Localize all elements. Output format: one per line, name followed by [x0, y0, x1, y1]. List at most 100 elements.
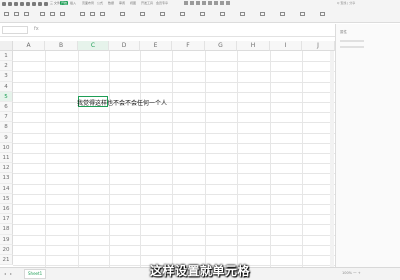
- row-header-16[interactable]: 16: [0, 204, 13, 215]
- tool-d-icon[interactable]: [202, 1, 206, 5]
- row-header-20[interactable]: 20: [0, 244, 13, 255]
- pane-item[interactable]: [340, 46, 364, 48]
- formula-bar: fx: [0, 24, 335, 37]
- filter-icon[interactable]: [260, 12, 265, 16]
- align-left-icon[interactable]: [80, 12, 85, 16]
- tool-a-icon[interactable]: [184, 1, 188, 5]
- tool-h-icon[interactable]: [226, 1, 230, 5]
- tab-data[interactable]: 数据: [108, 1, 114, 5]
- tab-page-layout[interactable]: 页面布局: [82, 1, 94, 5]
- conditional-format-icon[interactable]: [200, 12, 205, 16]
- row-gridline: [13, 163, 335, 165]
- sort-icon[interactable]: [280, 12, 285, 16]
- cut-icon[interactable]: [14, 12, 19, 16]
- tab-member[interactable]: 会员专享: [156, 1, 168, 5]
- menu-icon[interactable]: [2, 2, 6, 6]
- redo-icon[interactable]: [20, 2, 24, 6]
- tab-developer[interactable]: 开发工具: [141, 1, 153, 5]
- column-gridline: [237, 51, 238, 267]
- align-center-icon[interactable]: [90, 12, 95, 16]
- tool-f-icon[interactable]: [214, 1, 218, 5]
- row-gridline: [13, 244, 335, 246]
- fx-icon[interactable]: fx: [34, 26, 39, 32]
- row-gridline: [13, 214, 335, 216]
- row-header-2[interactable]: 2: [0, 61, 13, 72]
- column-header-c[interactable]: C: [78, 41, 109, 51]
- more-icon[interactable]: [44, 2, 48, 6]
- save-icon[interactable]: [8, 2, 12, 6]
- row-header-6[interactable]: 6: [0, 102, 13, 113]
- merge-icon[interactable]: [120, 12, 125, 16]
- italic-icon[interactable]: [60, 12, 65, 16]
- row-gridline: [13, 183, 335, 185]
- tool-b-icon[interactable]: [190, 1, 194, 5]
- column-header-a[interactable]: A: [13, 41, 45, 51]
- row-header-13[interactable]: 13: [0, 173, 13, 184]
- row-gridline: [13, 224, 335, 226]
- row-header-3[interactable]: 3: [0, 71, 13, 82]
- column-gridline: [270, 51, 271, 267]
- tool-c-icon[interactable]: [196, 1, 200, 5]
- tab-home[interactable]: 开始: [60, 1, 69, 5]
- row-header-18[interactable]: 18: [0, 224, 13, 235]
- align-right-icon[interactable]: [100, 12, 105, 16]
- pane-item[interactable]: [340, 40, 364, 42]
- column-header-f[interactable]: F: [172, 41, 205, 51]
- row-gridline: [13, 122, 335, 124]
- vertical-scrollbar[interactable]: [330, 51, 334, 267]
- preview-icon[interactable]: [32, 2, 36, 6]
- print-icon[interactable]: [26, 2, 30, 6]
- tab-file[interactable]: 三 文件: [50, 1, 60, 5]
- tool-e-icon[interactable]: [208, 1, 212, 5]
- row-header-11[interactable]: 11: [0, 153, 13, 164]
- row-gridline: [13, 255, 335, 256]
- percent-icon[interactable]: [180, 12, 185, 16]
- column-header-d[interactable]: D: [109, 41, 140, 51]
- row-header-19[interactable]: 19: [0, 234, 13, 245]
- row-header-8[interactable]: 8: [0, 122, 13, 133]
- tab-view[interactable]: 视图: [130, 1, 136, 5]
- row-header-4[interactable]: 4: [0, 81, 13, 92]
- row-header-10[interactable]: 10: [0, 142, 13, 153]
- font-icon[interactable]: [40, 12, 45, 16]
- search-share[interactable]: Q 查找 | 分享: [337, 1, 355, 5]
- tab-insert[interactable]: 插入: [70, 1, 76, 5]
- column-header-e[interactable]: E: [140, 41, 172, 51]
- sum-icon[interactable]: [240, 12, 245, 16]
- format-brush-icon[interactable]: [38, 2, 42, 6]
- row-gridline: [13, 61, 335, 63]
- column-header-h[interactable]: H: [237, 41, 270, 51]
- row-header-5[interactable]: 5: [0, 91, 13, 102]
- column-header-j[interactable]: J: [302, 41, 335, 51]
- row-gridline: [13, 234, 335, 236]
- row-header-15[interactable]: 15: [0, 193, 13, 204]
- pane-title: 属性: [340, 30, 347, 34]
- name-box[interactable]: [2, 26, 28, 34]
- column-header-g[interactable]: G: [205, 41, 237, 51]
- row-header-14[interactable]: 14: [0, 183, 13, 194]
- row-header-7[interactable]: 7: [0, 112, 13, 123]
- fill-icon[interactable]: [300, 12, 305, 16]
- tool-g-icon[interactable]: [220, 1, 224, 5]
- row-gridline: [13, 81, 335, 83]
- table-style-icon[interactable]: [220, 12, 225, 16]
- column-gridline: [302, 51, 303, 267]
- number-format-icon[interactable]: [160, 12, 165, 16]
- tab-review[interactable]: 审阅: [119, 1, 125, 5]
- row-header-9[interactable]: 9: [0, 132, 13, 143]
- undo-icon[interactable]: [14, 2, 18, 6]
- paste-icon[interactable]: [4, 12, 9, 16]
- row-header-17[interactable]: 17: [0, 214, 13, 225]
- bold-icon[interactable]: [50, 12, 55, 16]
- column-header-i[interactable]: I: [270, 41, 302, 51]
- row-header-12[interactable]: 12: [0, 163, 13, 174]
- row-header-1[interactable]: 1: [0, 51, 13, 62]
- row-gridline: [13, 142, 335, 144]
- cells-icon[interactable]: [320, 12, 325, 16]
- row-gridline: [13, 204, 335, 205]
- wrap-icon[interactable]: [140, 12, 145, 16]
- select-all-corner[interactable]: [0, 41, 13, 51]
- column-header-b[interactable]: B: [45, 41, 78, 51]
- tab-formulas[interactable]: 公式: [97, 1, 103, 5]
- copy-icon[interactable]: [24, 12, 29, 16]
